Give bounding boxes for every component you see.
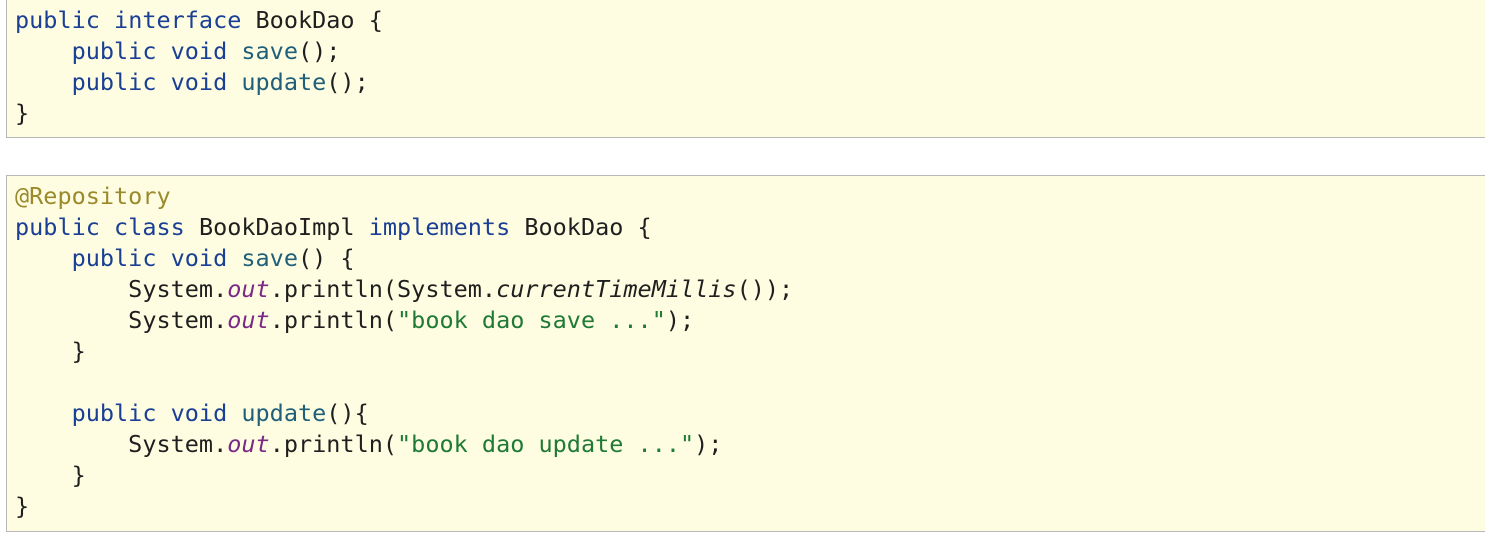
- code-token: save: [241, 244, 298, 272]
- code-token: (){: [326, 399, 369, 427]
- code-token: .println(: [269, 306, 398, 334]
- code-token: save: [241, 37, 298, 65]
- code-block-interface: public interface BookDao { public void s…: [6, 0, 1485, 138]
- code-token: ();: [326, 68, 369, 96]
- code-token: public: [71, 37, 157, 65]
- code-token: @Repository: [15, 182, 171, 210]
- code-token: ());: [736, 275, 794, 303]
- code-token: System.: [15, 275, 228, 303]
- code-token: out: [227, 275, 270, 303]
- code-token: );: [665, 306, 695, 334]
- code-token: System.: [15, 430, 228, 458]
- code-token: public: [71, 68, 157, 96]
- code-token: }: [15, 337, 86, 365]
- code-line: public void update(){: [15, 398, 1485, 429]
- code-line: }: [15, 460, 1485, 491]
- code-token: update: [241, 68, 327, 96]
- code-line: System.out.println("book dao save ...");: [15, 305, 1485, 336]
- code-token: implements: [368, 213, 511, 241]
- code-token: void: [170, 37, 228, 65]
- code-line: }: [15, 336, 1485, 367]
- code-token: public: [71, 399, 157, 427]
- code-token: public: [15, 213, 100, 241]
- code-token: .println(: [269, 430, 398, 458]
- code-token: void: [170, 399, 228, 427]
- code-token: BookDaoImpl: [184, 213, 369, 241]
- code-line: public void save();: [15, 36, 1485, 67]
- code-token: BookDao {: [241, 6, 383, 34]
- code-token: }: [15, 99, 30, 127]
- code-token: interface: [114, 6, 242, 34]
- code-token: }: [15, 461, 86, 489]
- code-line: System.out.println("book dao update ..."…: [15, 429, 1485, 460]
- code-line: public void save() {: [15, 243, 1485, 274]
- code-token: System.: [15, 306, 228, 334]
- code-token: public: [15, 6, 100, 34]
- code-token: out: [227, 430, 270, 458]
- code-token: () {: [297, 244, 355, 272]
- code-block-implementation: @Repository public class BookDaoImpl impl…: [6, 175, 1485, 532]
- code-token: "book dao save ...": [397, 306, 666, 334]
- code-token: );: [694, 430, 723, 458]
- code-token: .println(System.: [269, 275, 497, 303]
- code-line: }: [15, 98, 1485, 129]
- code-token: class: [114, 213, 185, 241]
- code-token: out: [227, 306, 270, 334]
- code-token: ();: [297, 37, 341, 65]
- code-line: public class BookDaoImpl implements Book…: [15, 212, 1485, 243]
- code-token: currentTimeMillis: [496, 275, 737, 303]
- code-line: public interface BookDao {: [15, 5, 1485, 36]
- code-token: BookDao {: [510, 213, 652, 241]
- code-token: update: [241, 399, 327, 427]
- code-line: public void update();: [15, 67, 1485, 98]
- code-token: "book dao update ...": [397, 430, 695, 458]
- code-token: public: [71, 244, 157, 272]
- code-token: void: [170, 68, 228, 96]
- code-token: }: [15, 492, 30, 520]
- code-line: @Repository: [15, 181, 1485, 212]
- code-line: System.out.println(System.currentTimeMil…: [15, 274, 1485, 305]
- code-line: }: [15, 491, 1485, 522]
- code-token: void: [170, 244, 228, 272]
